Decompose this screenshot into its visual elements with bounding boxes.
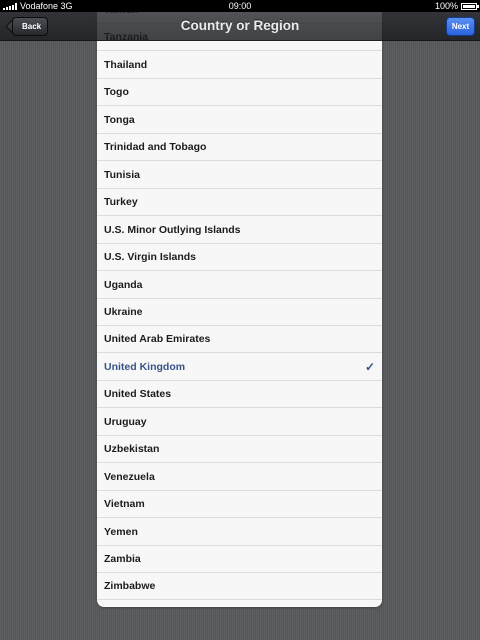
country-list-item[interactable]: Yemen <box>97 518 382 546</box>
country-name: Yemen <box>104 525 138 538</box>
country-name: U.S. Minor Outlying Islands <box>104 223 241 236</box>
country-list-item[interactable]: Uganda <box>97 271 382 299</box>
country-list-item[interactable]: Ukraine <box>97 298 382 326</box>
country-name: Uzbekistan <box>104 443 160 456</box>
country-list-item[interactable]: Venezuela <box>97 463 382 491</box>
country-list-item[interactable]: Zambia <box>97 546 382 573</box>
country-list-item[interactable]: Togo <box>97 79 382 107</box>
battery-icon <box>461 2 479 10</box>
country-name: Togo <box>104 86 129 99</box>
country-name: Tonga <box>104 113 135 126</box>
country-list-item[interactable]: Thailand <box>97 51 382 79</box>
country-list-item[interactable]: United Arab Emirates <box>97 326 382 354</box>
country-name: U.S. Virgin Islands <box>104 251 196 263</box>
country-name: United Arab Emirates <box>104 333 211 346</box>
country-list-item[interactable]: U.S. Virgin Islands <box>97 244 382 271</box>
country-name: Trinidad and Tobago <box>104 141 207 154</box>
country-name: Vietnam <box>104 498 145 511</box>
country-name: United Kingdom <box>104 360 186 373</box>
country-name: Venezuela <box>104 470 155 483</box>
status-time: 09:00 <box>228 1 252 11</box>
country-name: Tunisia <box>104 168 140 181</box>
country-list-item[interactable]: Trinidad and Tobago <box>97 134 382 162</box>
country-list-item[interactable]: United States <box>97 381 382 409</box>
country-list-item[interactable]: Vietnam <box>97 491 382 519</box>
status-bar: Vodafone 3G 09:00 100% <box>0 0 480 12</box>
country-name: Zambia <box>104 553 141 565</box>
country-list-item[interactable]: Turkey <box>97 189 382 217</box>
status-right: 100% <box>434 0 479 12</box>
country-list-item[interactable]: Uruguay <box>97 408 382 436</box>
battery-percentage: 100% <box>434 1 458 11</box>
country-name: Uruguay <box>104 415 147 428</box>
country-name: Uganda <box>104 278 143 291</box>
country-list[interactable]: TaiwanTanzaniaThailandTogoTongaTrinidad … <box>97 0 382 607</box>
next-button[interactable]: Next <box>446 17 475 36</box>
country-name: Turkey <box>104 196 138 209</box>
navigation-bar: Back Country or Region Next <box>0 12 480 41</box>
country-list-item[interactable]: Tunisia <box>97 161 382 189</box>
checkmark-icon: ✓ <box>364 359 375 374</box>
country-name: Zimbabwe <box>104 580 156 593</box>
country-list-item[interactable]: Tonga <box>97 106 382 134</box>
page-title: Country or Region <box>180 18 300 33</box>
country-name: Thailand <box>104 58 148 71</box>
country-list-item[interactable]: United Kingdom ✓ <box>97 353 382 381</box>
country-name: Ukraine <box>104 305 143 318</box>
country-list-item[interactable]: Uzbekistan <box>97 436 382 464</box>
country-name: United States <box>104 388 172 401</box>
country-list-item[interactable]: Zimbabwe <box>97 573 382 601</box>
country-list-item[interactable]: U.S. Minor Outlying Islands <box>97 216 382 244</box>
